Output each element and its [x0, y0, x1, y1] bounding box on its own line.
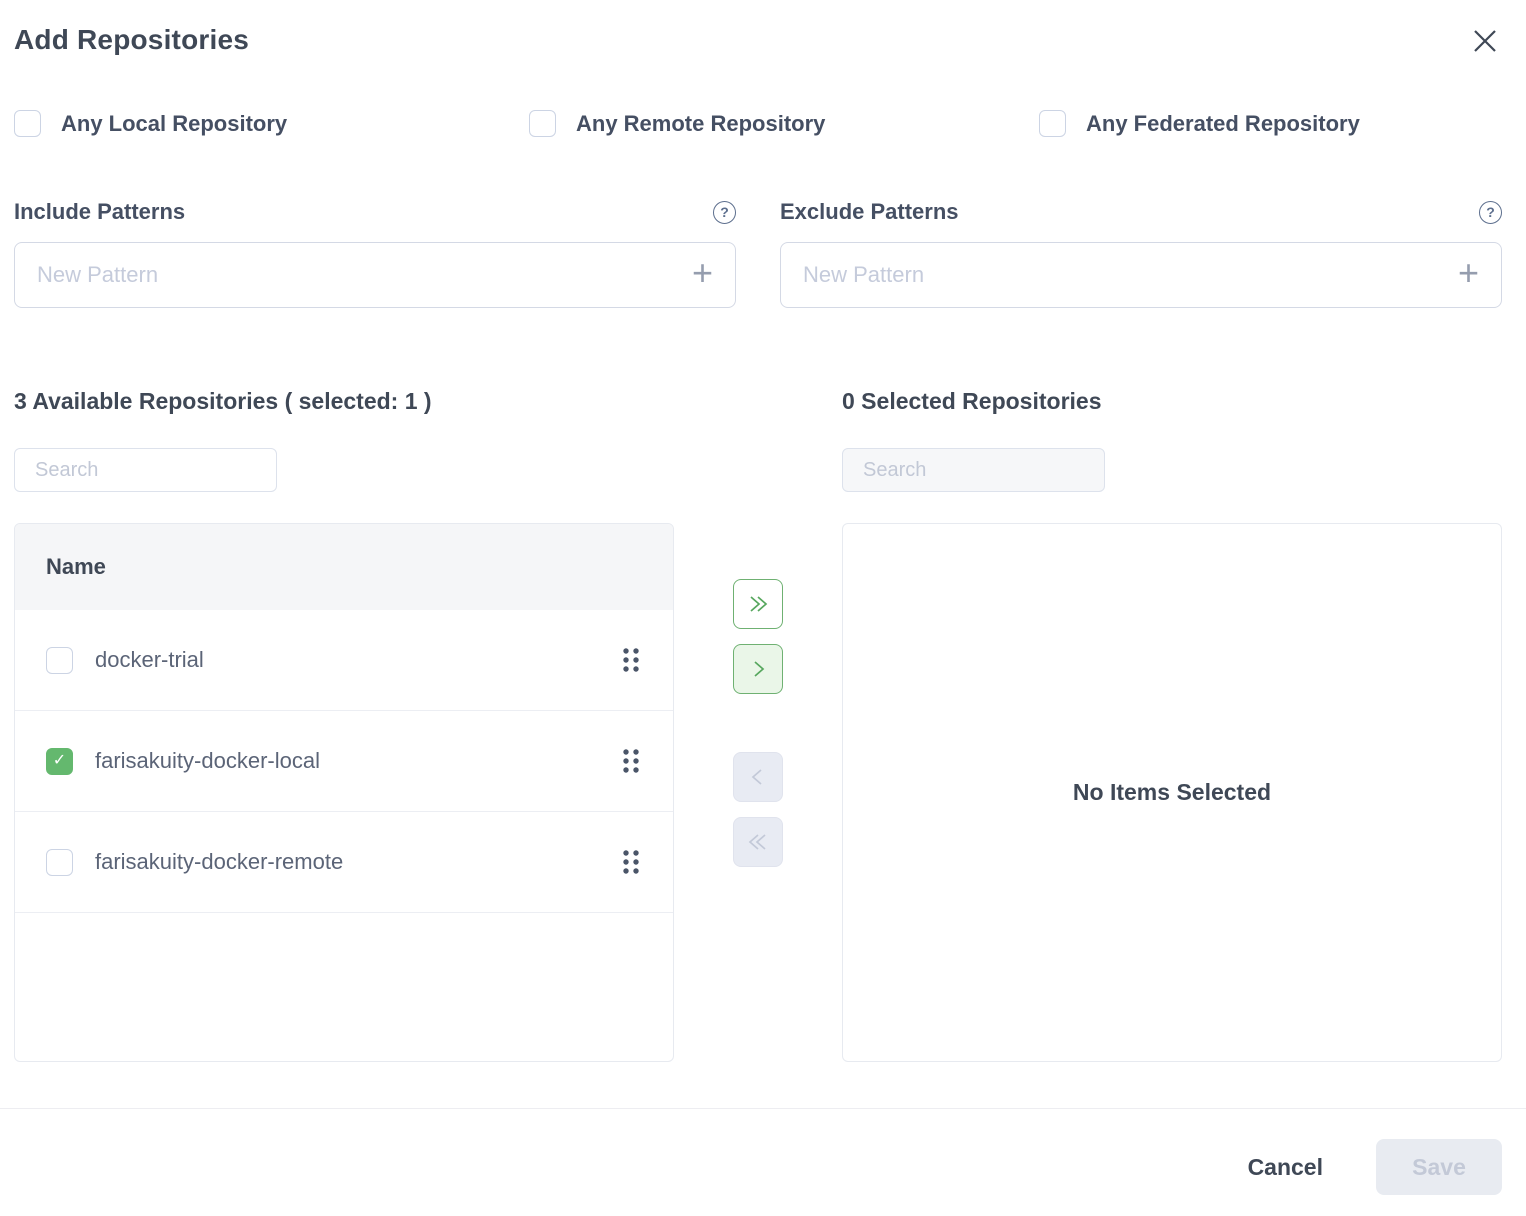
table-header-name: Name — [15, 524, 673, 610]
close-icon[interactable] — [1468, 24, 1502, 58]
row-checkbox[interactable] — [46, 849, 73, 876]
row-checkbox[interactable] — [46, 748, 73, 775]
drag-handle-icon[interactable] — [618, 642, 644, 678]
table-row[interactable]: farisakuity-docker-local — [15, 711, 673, 812]
selected-repositories-empty-panel: No Items Selected — [842, 523, 1502, 1062]
filter-any-remote: Any Remote Repository — [529, 110, 1039, 137]
repo-name: farisakuity-docker-local — [95, 748, 618, 774]
any-remote-label: Any Remote Repository — [576, 111, 825, 137]
chevron-left-icon — [746, 766, 770, 788]
chevron-right-icon — [746, 658, 770, 680]
available-repositories-table: Name docker-trial farisakuity-docker — [14, 523, 674, 1062]
add-repositories-dialog: Add Repositories Any Local Repository An… — [0, 0, 1526, 1062]
any-federated-label: Any Federated Repository — [1086, 111, 1360, 137]
page-title: Add Repositories — [14, 24, 249, 56]
any-local-checkbox[interactable] — [14, 110, 41, 137]
exclude-pattern-add-icon[interactable]: + — [1458, 255, 1479, 295]
available-search-input[interactable] — [14, 448, 277, 492]
save-button[interactable]: Save — [1376, 1139, 1502, 1195]
patterns-section: Include Patterns ? + Exclude Patterns ? … — [14, 199, 1502, 308]
move-left-button[interactable] — [733, 752, 783, 802]
table-row[interactable]: docker-trial — [15, 610, 673, 711]
exclude-pattern-input[interactable] — [803, 262, 1458, 288]
move-all-left-button[interactable] — [733, 817, 783, 867]
available-repositories-panel: 3 Available Repositories ( selected: 1 )… — [14, 388, 674, 1062]
include-patterns-label: Include Patterns — [14, 199, 185, 225]
double-chevron-left-icon — [746, 831, 770, 853]
drag-handle-icon[interactable] — [618, 844, 644, 880]
filter-any-federated: Any Federated Repository — [1039, 110, 1360, 137]
filter-any-local: Any Local Repository — [14, 110, 529, 137]
include-pattern-input-wrap: + — [14, 242, 736, 308]
include-pattern-add-icon[interactable]: + — [692, 255, 713, 295]
cancel-button[interactable]: Cancel — [1248, 1154, 1323, 1181]
double-chevron-right-icon — [746, 593, 770, 615]
row-checkbox[interactable] — [46, 647, 73, 674]
include-patterns-help-icon[interactable]: ? — [713, 201, 736, 224]
any-remote-checkbox[interactable] — [529, 110, 556, 137]
exclude-patterns-block: Exclude Patterns ? + — [780, 199, 1502, 308]
move-right-button[interactable] — [733, 644, 783, 694]
repositories-transfer-section: 3 Available Repositories ( selected: 1 )… — [14, 388, 1502, 1062]
exclude-patterns-help-icon[interactable]: ? — [1479, 201, 1502, 224]
drag-handle-icon[interactable] — [618, 743, 644, 779]
selected-repositories-heading: 0 Selected Repositories — [842, 388, 1502, 415]
table-row[interactable]: farisakuity-docker-remote — [15, 812, 673, 913]
exclude-patterns-label: Exclude Patterns — [780, 199, 959, 225]
repo-name: docker-trial — [95, 647, 618, 673]
repo-name: farisakuity-docker-remote — [95, 849, 618, 875]
dialog-footer: Cancel Save — [0, 1108, 1526, 1215]
any-local-label: Any Local Repository — [61, 111, 287, 137]
include-patterns-block: Include Patterns ? + — [14, 199, 736, 308]
any-federated-checkbox[interactable] — [1039, 110, 1066, 137]
include-pattern-input[interactable] — [37, 262, 692, 288]
selected-repositories-panel: 0 Selected Repositories No Items Selecte… — [842, 388, 1502, 1062]
move-all-right-button[interactable] — [733, 579, 783, 629]
repo-type-filter-row: Any Local Repository Any Remote Reposito… — [14, 110, 1502, 137]
transfer-buttons-column — [674, 388, 842, 1062]
selected-search-input[interactable] — [842, 448, 1105, 492]
exclude-pattern-input-wrap: + — [780, 242, 1502, 308]
dialog-header: Add Repositories — [14, 0, 1502, 58]
available-repositories-heading: 3 Available Repositories ( selected: 1 ) — [14, 388, 674, 415]
no-items-selected-text: No Items Selected — [1073, 779, 1271, 806]
